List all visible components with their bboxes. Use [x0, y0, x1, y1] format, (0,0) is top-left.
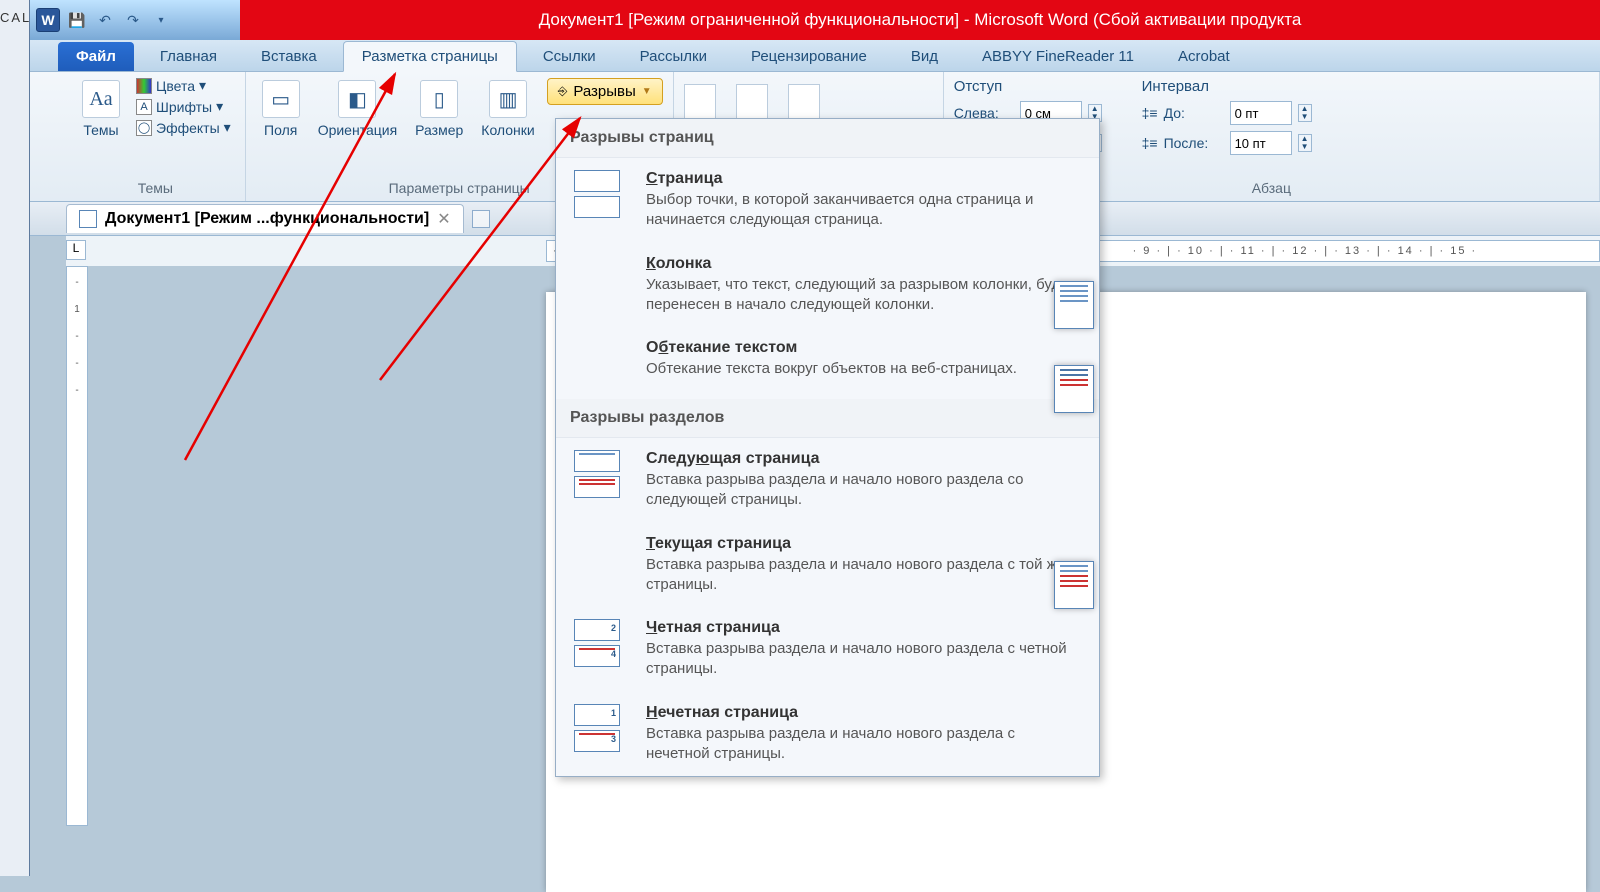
themes-button[interactable]: Aa Темы — [76, 76, 126, 142]
undo-icon[interactable]: ↶ — [94, 9, 116, 31]
margins-icon: ▭ — [262, 80, 300, 118]
tab-view[interactable]: Вид — [893, 42, 956, 71]
breaks-icon: ⎆ — [558, 84, 568, 99]
break-page[interactable]: Страница Выбор точки, в которой заканчив… — [556, 158, 1099, 243]
spacing-title: Интервал — [1142, 78, 1312, 95]
breaks-section-section-breaks: Разрывы разделов — [556, 399, 1099, 438]
tab-page-layout[interactable]: Разметка страницы — [343, 41, 517, 72]
page-color-icon — [736, 84, 768, 122]
tab-abbyy[interactable]: ABBYY FineReader 11 — [964, 42, 1152, 71]
breaks-section-page-breaks: Разрывы страниц — [556, 119, 1099, 158]
vertical-ruler[interactable]: - 1 - - - — [66, 266, 88, 826]
ruler-corner[interactable]: L — [66, 240, 86, 260]
break-even-page[interactable]: 24 Четная страница Вставка разрыва разде… — [556, 607, 1099, 692]
word-app-icon: W — [36, 8, 60, 32]
colors-icon — [136, 78, 152, 94]
break-page-icon — [574, 170, 628, 218]
margins-button[interactable]: ▭Поля — [256, 76, 306, 142]
watermark-icon — [684, 84, 716, 122]
tab-insert[interactable]: Вставка — [243, 42, 335, 71]
tab-mailings[interactable]: Рассылки — [622, 42, 725, 71]
theme-colors-button[interactable]: Цвета ▾ — [132, 76, 235, 95]
break-column[interactable]: Колонка Указывает, что текст, следующий … — [556, 243, 1099, 328]
group-themes: Aa Темы Цвета ▾ AШрифты ▾ ◯Эффекты ▾ Тем… — [66, 72, 246, 201]
left-app-stub: CAL — [0, 0, 30, 876]
tab-review[interactable]: Рецензирование — [733, 42, 885, 71]
break-even-page-icon: 24 — [574, 619, 628, 667]
indent-title: Отступ — [954, 78, 1102, 95]
spacing-after-spinner[interactable]: ▲▼ — [1298, 134, 1312, 152]
effects-icon: ◯ — [136, 120, 152, 136]
columns-icon: ▥ — [489, 80, 527, 118]
tab-acrobat[interactable]: Acrobat — [1160, 42, 1248, 71]
ribbon-tabs: Файл Главная Вставка Разметка страницы С… — [30, 40, 1600, 72]
size-button[interactable]: ▯Размер — [409, 76, 469, 142]
close-document-icon[interactable]: ✕ — [437, 209, 450, 229]
break-next-page[interactable]: Следующая страница Вставка разрыва разде… — [556, 438, 1099, 523]
document-tab-label: Документ1 [Режим ...функциональности] — [105, 210, 429, 228]
document-icon — [79, 210, 97, 228]
dropdown-arrow-icon: ▼ — [642, 86, 652, 97]
window-title: Документ1 [Режим ограниченной функционал… — [240, 0, 1600, 40]
document-tab-1[interactable]: Документ1 [Режим ...функциональности] ✕ — [66, 204, 464, 233]
tab-home[interactable]: Главная — [142, 42, 235, 71]
columns-button[interactable]: ▥Колонки — [475, 76, 540, 142]
spacing-before-label: До: — [1164, 105, 1224, 121]
page-borders-icon — [788, 84, 820, 122]
tab-references[interactable]: Ссылки — [525, 42, 614, 71]
spacing-before-input[interactable] — [1230, 101, 1292, 125]
theme-effects-button[interactable]: ◯Эффекты ▾ — [132, 118, 235, 137]
before-icon: ‡≡ — [1142, 105, 1158, 121]
save-icon[interactable]: 💾 — [66, 9, 88, 31]
break-continuous-icon — [574, 535, 628, 583]
new-document-tab-icon[interactable] — [472, 210, 490, 228]
break-text-wrapping[interactable]: Обтекание текстом Обтекание текста вокру… — [556, 327, 1099, 399]
theme-fonts-button[interactable]: AШрифты ▾ — [132, 97, 235, 116]
fonts-icon: A — [136, 99, 152, 115]
title-bar: W 💾 ↶ ↷ ▾ Документ1 [Режим ограниченной … — [30, 0, 1600, 40]
break-next-page-icon — [574, 450, 628, 498]
spacing-after-label: После: — [1164, 135, 1224, 151]
breaks-button[interactable]: ⎆ Разрывы ▼ — [547, 78, 663, 105]
tab-file[interactable]: Файл — [58, 42, 134, 71]
break-odd-page-icon: 13 — [574, 704, 628, 752]
orientation-button[interactable]: ◧Ориентация — [312, 76, 403, 142]
redo-icon[interactable]: ↷ — [122, 9, 144, 31]
spacing-after-input[interactable] — [1230, 131, 1292, 155]
themes-icon: Aa — [82, 80, 120, 118]
breaks-dropdown: Разрывы страниц Страница Выбор точки, в … — [555, 118, 1100, 777]
break-column-icon — [574, 255, 628, 303]
break-text-wrapping-icon — [574, 339, 628, 387]
size-icon: ▯ — [420, 80, 458, 118]
spacing-before-spinner[interactable]: ▲▼ — [1298, 104, 1312, 122]
qat-menu-icon[interactable]: ▾ — [150, 9, 172, 31]
orientation-icon: ◧ — [338, 80, 376, 118]
break-continuous[interactable]: Текущая страница Вставка разрыва раздела… — [556, 523, 1099, 608]
group-themes-label: Темы — [76, 180, 235, 199]
after-icon: ‡≡ — [1142, 135, 1158, 151]
break-odd-page[interactable]: 13 Нечетная страница Вставка разрыва раз… — [556, 692, 1099, 777]
